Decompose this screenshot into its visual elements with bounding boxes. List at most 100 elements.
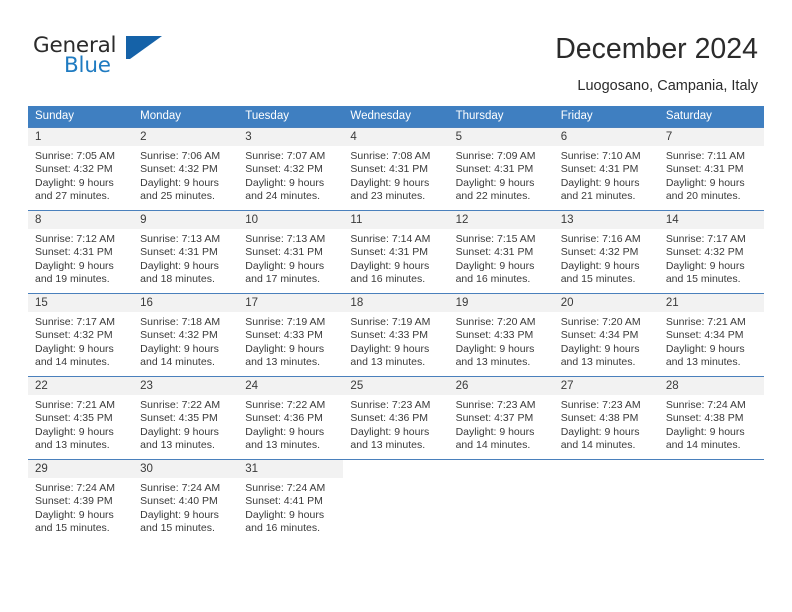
calendar-day-cell[interactable]: 19 Sunrise: 7:20 AM Sunset: 4:33 PM Dayligh… [448,293,554,376]
calendar-day-cell[interactable]: 26 Sunrise: 7:23 AM Sunset: 4:37 PM Dayligh… [448,376,554,459]
calendar-day-cell[interactable]: 2 Sunrise: 7:06 AM Sunset: 4:32 PM Daylight… [133,127,239,210]
sunrise-text: Sunrise: 7:24 AM [665,399,746,411]
calendar-day-cell[interactable]: 8 Sunrise: 7:12 AM Sunset: 4:31 PM Daylight… [28,210,134,293]
day-number: 15 [28,294,134,312]
sunset-text: Sunset: 4:31 PM [35,246,113,259]
day-number: 31 [238,460,344,478]
day-info: Sunrise: 7:23 AM Sunset: 4:37 PM Daylight:… [449,395,554,452]
calendar-day-cell[interactable]: 23 Sunrise: 7:22 AM Sunset: 4:35 PM Dayligh… [133,376,239,459]
calendar-week-row: 15 Sunrise: 7:17 AM Sunset: 4:32 PM Dayligh… [28,293,764,376]
weekday-header-thursday: Thursday [448,106,554,127]
calendar-day-cell[interactable]: 12 Sunrise: 7:15 AM Sunset: 4:31 PM Dayligh… [448,210,554,293]
sunset-text: Sunset: 4:31 PM [140,246,218,259]
day-info: Sunrise: 7:24 AM Sunset: 4:39 PM Daylight:… [28,478,133,535]
sunrise-text: Sunrise: 7:18 AM [140,316,221,328]
day-number: 8 [28,211,134,229]
day-info: Sunrise: 7:12 AM Sunset: 4:31 PM Daylight:… [28,229,133,286]
daylight-text-line1: Daylight: 9 hours [245,425,325,438]
daylight-text-line2: and 17 minutes. [245,272,320,285]
sunset-text: Sunset: 4:36 PM [350,412,429,425]
sunset-text: Sunset: 4:32 PM [665,246,744,259]
calendar-day-cell[interactable]: 25 Sunrise: 7:23 AM Sunset: 4:36 PM Dayligh… [343,376,449,459]
calendar-day-cell[interactable]: 30 Sunrise: 7:24 AM Sunset: 4:40 PM Dayligh… [133,459,239,542]
daylight-text-line1: Daylight: 9 hours [35,425,114,438]
day-number: 25 [343,377,449,395]
logo-text-blue: Blue [64,53,111,78]
sunset-text: Sunset: 4:33 PM [245,329,323,342]
calendar-day-cell[interactable]: 15 Sunrise: 7:17 AM Sunset: 4:32 PM Dayligh… [28,293,134,376]
day-number: 11 [343,211,449,229]
calendar-day-cell[interactable]: 1 Sunrise: 7:05 AM Sunset: 4:32 PM Daylight… [28,127,134,210]
calendar-day-cell[interactable]: 27 Sunrise: 7:23 AM Sunset: 4:38 PM Dayligh… [553,376,659,459]
calendar-week-row: 1 Sunrise: 7:05 AM Sunset: 4:32 PM Daylight… [28,127,764,210]
calendar-day-cell[interactable]: 28 Sunrise: 7:24 AM Sunset: 4:38 PM Dayligh… [658,376,764,459]
calendar-day-cell[interactable]: 17 Sunrise: 7:19 AM Sunset: 4:33 PM Dayligh… [238,293,344,376]
day-number: 13 [553,211,659,229]
daylight-text-line1: Daylight: 9 hours [665,259,745,272]
sunset-text: Sunset: 4:31 PM [455,246,534,259]
sunrise-text: Sunrise: 7:05 AM [35,150,115,162]
daylight-text-line2: and 27 minutes. [35,189,110,202]
day-number: 5 [448,128,554,146]
daylight-text-line2: and 15 minutes. [665,272,741,285]
sunrise-text: Sunrise: 7:16 AM [560,233,641,245]
sunrise-text: Sunrise: 7:06 AM [140,150,221,162]
calendar-day-cell[interactable]: 10 Sunrise: 7:13 AM Sunset: 4:31 PM Dayligh… [238,210,344,293]
daylight-text-line2: and 13 minutes. [140,438,215,451]
calendar-day-cell-empty [658,459,764,542]
daylight-text-line2: and 15 minutes. [35,521,110,534]
calendar-day-cell[interactable]: 24 Sunrise: 7:22 AM Sunset: 4:36 PM Dayligh… [238,376,344,459]
calendar-day-cell[interactable]: 13 Sunrise: 7:16 AM Sunset: 4:32 PM Dayligh… [553,210,659,293]
calendar-day-cell[interactable]: 22 Sunrise: 7:21 AM Sunset: 4:35 PM Dayligh… [28,376,134,459]
calendar-day-cell[interactable]: 7 Sunrise: 7:11 AM Sunset: 4:31 PM Daylight… [658,127,764,210]
calendar-day-cell[interactable]: 5 Sunrise: 7:09 AM Sunset: 4:31 PM Daylight… [448,127,554,210]
day-number: 3 [238,128,344,146]
calendar-day-cell[interactable]: 20 Sunrise: 7:20 AM Sunset: 4:34 PM Dayligh… [553,293,659,376]
daylight-text-line1: Daylight: 9 hours [560,176,640,189]
page-subtitle-location: Luogosano, Campania, Italy [577,78,758,94]
daylight-text-line2: and 21 minutes. [560,189,636,202]
weekday-header-wednesday: Wednesday [343,106,449,127]
weekday-header-monday: Monday [133,106,239,127]
daylight-text-line2: and 13 minutes. [350,355,426,368]
calendar-day-cell[interactable]: 11 Sunrise: 7:14 AM Sunset: 4:31 PM Dayligh… [343,210,449,293]
daylight-text-line1: Daylight: 9 hours [245,176,325,189]
daylight-text-line1: Daylight: 9 hours [140,259,219,272]
calendar-day-cell[interactable]: 29 Sunrise: 7:24 AM Sunset: 4:39 PM Dayligh… [28,459,134,542]
calendar-day-cell[interactable]: 6 Sunrise: 7:10 AM Sunset: 4:31 PM Daylight… [553,127,659,210]
day-number: 20 [553,294,659,312]
calendar-day-cell[interactable]: 4 Sunrise: 7:08 AM Sunset: 4:31 PM Daylight… [343,127,449,210]
daylight-text-line1: Daylight: 9 hours [350,342,430,355]
sunrise-text: Sunrise: 7:12 AM [35,233,115,245]
daylight-text-line1: Daylight: 9 hours [140,508,219,521]
blue-triangle-logo-mark-icon [126,36,162,59]
calendar-day-cell[interactable]: 9 Sunrise: 7:13 AM Sunset: 4:31 PM Daylight… [133,210,239,293]
day-number: 18 [343,294,449,312]
calendar-day-cell[interactable]: 16 Sunrise: 7:18 AM Sunset: 4:32 PM Dayligh… [133,293,239,376]
calendar-day-cell[interactable]: 21 Sunrise: 7:21 AM Sunset: 4:34 PM Dayligh… [658,293,764,376]
calendar-day-cell[interactable]: 31 Sunrise: 7:24 AM Sunset: 4:41 PM Dayligh… [238,459,344,542]
daylight-text-line1: Daylight: 9 hours [35,342,114,355]
sunset-text: Sunset: 4:32 PM [140,163,218,176]
sunset-text: Sunset: 4:34 PM [560,329,639,342]
calendar-page: General Blue December 2024 Luogosano, Ca… [0,0,792,612]
calendar-day-cell[interactable]: 3 Sunrise: 7:07 AM Sunset: 4:32 PM Daylight… [238,127,344,210]
daylight-text-line1: Daylight: 9 hours [140,342,219,355]
sunset-text: Sunset: 4:31 PM [350,163,429,176]
daylight-text-line2: and 13 minutes. [455,355,531,368]
sunset-text: Sunset: 4:33 PM [350,329,429,342]
calendar-day-cell[interactable]: 18 Sunrise: 7:19 AM Sunset: 4:33 PM Dayligh… [343,293,449,376]
sunrise-text: Sunrise: 7:14 AM [350,233,431,245]
general-blue-logo[interactable]: General Blue [33,33,213,83]
sunset-text: Sunset: 4:32 PM [140,329,218,342]
sunrise-text: Sunrise: 7:10 AM [560,150,641,162]
sunrise-text: Sunrise: 7:13 AM [140,233,221,245]
sunset-text: Sunset: 4:32 PM [245,163,323,176]
daylight-text-line2: and 13 minutes. [245,355,320,368]
daylight-text-line1: Daylight: 9 hours [560,425,640,438]
day-info: Sunrise: 7:11 AM Sunset: 4:31 PM Daylight:… [659,146,764,203]
calendar-day-cell[interactable]: 14 Sunrise: 7:17 AM Sunset: 4:32 PM Dayligh… [658,210,764,293]
sunset-text: Sunset: 4:34 PM [665,329,744,342]
daylight-text-line2: and 14 minutes. [455,438,531,451]
weekday-header-saturday: Saturday [658,106,764,127]
